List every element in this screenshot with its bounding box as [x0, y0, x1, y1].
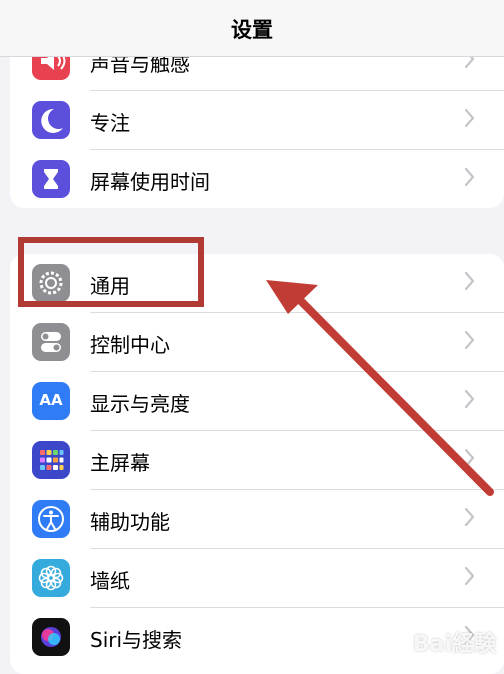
- settings-group-attention: 声音与触感 专注 屏幕使用时间: [10, 32, 504, 208]
- settings-item-label: Siri与搜索: [90, 628, 183, 652]
- chevron-right-icon: [464, 166, 476, 192]
- settings-item-label: 墙纸: [90, 569, 130, 593]
- settings-item-label: 控制中心: [90, 333, 170, 357]
- chevron-right-icon: [464, 506, 476, 532]
- moon-icon: [32, 101, 70, 139]
- page-title: 设置: [231, 18, 273, 42]
- settings-item-wallpaper[interactable]: 墙纸: [10, 549, 504, 608]
- settings-item-home-screen[interactable]: 主屏幕: [10, 431, 504, 490]
- settings-item-focus[interactable]: 专注: [10, 91, 504, 150]
- aa-icon-text: AA: [39, 391, 63, 409]
- settings-item-label: 主屏幕: [90, 451, 150, 475]
- settings-item-display[interactable]: AA 显示与亮度: [10, 372, 504, 431]
- highlight-box: [18, 237, 204, 307]
- chevron-right-icon: [464, 565, 476, 591]
- settings-group-general: 通用 控制中心 AA 显示与亮度 主屏幕 辅助功能 墙纸 Siri与搜索: [10, 254, 504, 674]
- aa-icon: AA: [32, 382, 70, 420]
- hourglass-icon: [32, 160, 70, 198]
- siri-icon: [32, 618, 70, 656]
- settings-item-control-center[interactable]: 控制中心: [10, 313, 504, 372]
- chevron-right-icon: [464, 447, 476, 473]
- chevron-right-icon: [464, 329, 476, 355]
- toggles-icon: [32, 323, 70, 361]
- accessibility-icon: [32, 500, 70, 538]
- settings-item-label: 屏幕使用时间: [90, 170, 210, 194]
- chevron-right-icon: [464, 270, 476, 296]
- watermark: Bai経験: [412, 632, 496, 657]
- settings-item-label: 显示与亮度: [90, 392, 190, 416]
- settings-item-label: 辅助功能: [90, 510, 170, 534]
- settings-item-accessibility[interactable]: 辅助功能: [10, 490, 504, 549]
- chevron-right-icon: [464, 107, 476, 133]
- flower-icon: [32, 559, 70, 597]
- grid-icon: [32, 441, 70, 479]
- chevron-right-icon: [464, 388, 476, 414]
- navigation-bar: 设置: [0, 0, 504, 57]
- settings-item-screen-time[interactable]: 屏幕使用时间: [10, 150, 504, 208]
- settings-item-label: 专注: [90, 111, 130, 135]
